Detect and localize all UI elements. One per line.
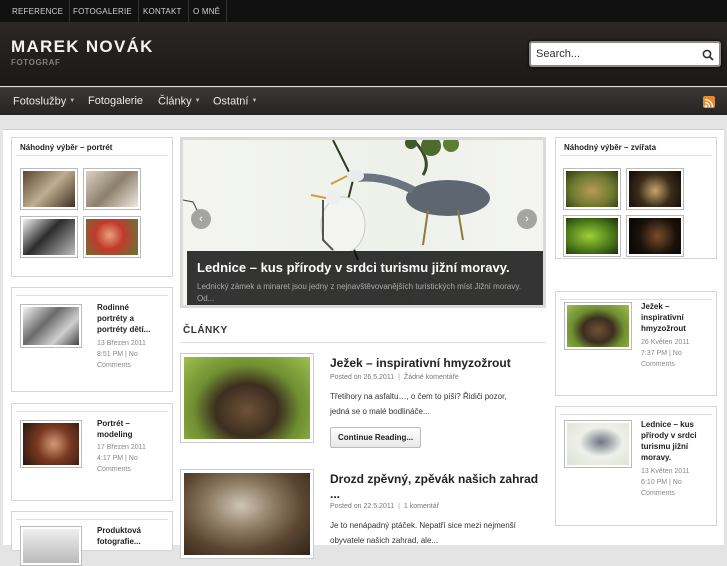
continue-reading-button[interactable]: Continue Reading...: [330, 427, 422, 448]
widget-divider: [560, 411, 712, 415]
portrait-thumb[interactable]: [20, 216, 78, 258]
post-thumb[interactable]: [564, 302, 632, 350]
search-placeholder: Search...: [536, 48, 581, 60]
post-meta: 17 Březen 2011 4:17 PM | No Comments: [97, 444, 146, 473]
post-title[interactable]: Produktová fotografie...: [97, 525, 141, 547]
post-title[interactable]: Lednice – kus přírody v srdci turismu jižn…: [641, 419, 697, 463]
article-comments-link[interactable]: Žádné komentáře: [404, 374, 459, 381]
article-excerpt: Je to nenápadný ptáček. Nepatří sice mez…: [330, 521, 516, 545]
portrait-thumb[interactable]: [83, 168, 141, 210]
animal-thumb[interactable]: [626, 168, 684, 210]
article-title[interactable]: Ježek – inspirativní hmyzožrout: [330, 356, 511, 371]
article-comments-link[interactable]: 1 komentář: [404, 503, 439, 510]
portrait-thumb[interactable]: [83, 216, 141, 258]
featured-slider[interactable]: ‹ › Lednice – kus přírody v srdci turism…: [180, 136, 546, 308]
top-link-reference[interactable]: Reference: [6, 0, 71, 23]
post-meta: 13 Březen 2011 8:51 PM | No Comments: [97, 340, 146, 369]
post-meta: 13 Květen 2011 6:10 PM | No Comments: [641, 468, 690, 497]
slider-title[interactable]: Lednice – kus přírody v srdci turismu ji…: [197, 260, 510, 275]
nav-item-fotosluzby[interactable]: Fotoslužby ▼: [13, 88, 75, 116]
recent-post-widget: Portrét – modeling 17 Březen 2011 4:17 PM …: [11, 403, 173, 501]
nav-label: Články: [158, 95, 192, 108]
recent-post-widget: Ježek – inspirativní hmyzožrout 26 Květen …: [555, 291, 717, 396]
random-portrait-widget: Náhodný výběr – portrét: [11, 137, 173, 277]
widget-divider: [16, 516, 168, 520]
article-image[interactable]: [180, 353, 314, 443]
top-bar: Reference Fotogalerie Kontakt O mně: [0, 0, 727, 23]
nav-label: Ostatní: [213, 95, 249, 108]
post-title[interactable]: Rodinné portréty a portréty dětí...: [97, 302, 150, 335]
widget-title: Náhodný výběr – zvířata: [560, 142, 712, 156]
article-date: Posted on 26.5.2011: [330, 374, 395, 381]
nav-item-clanky[interactable]: Články ▼: [158, 88, 201, 116]
top-link-kontakt[interactable]: Kontakt: [137, 0, 189, 23]
post-thumb[interactable]: [20, 420, 82, 468]
post-thumb[interactable]: [20, 526, 82, 566]
post-title[interactable]: Ježek – inspirativní hmyzožrout: [641, 301, 686, 334]
article-excerpt: Třetihory na asfaltu…, o čem to píši? Ři…: [330, 392, 507, 416]
animal-thumb[interactable]: [563, 168, 621, 210]
widget-divider: [16, 408, 168, 412]
main-nav: Fotoslužby ▼ Fotogalerie Články ▼ Ostatní ▼: [0, 87, 727, 115]
widget-divider: [560, 296, 712, 300]
site-header: MAREK NOVÁK FOTOGRAF Search...: [0, 23, 727, 86]
post-thumb[interactable]: [20, 304, 82, 348]
widget-divider: [16, 292, 168, 296]
slider-excerpt: Lednický zámek a minaret jsou jedny z ne…: [197, 282, 521, 303]
slider-prev-arrow-icon[interactable]: ‹: [191, 209, 211, 229]
chevron-down-icon: ▼: [251, 98, 258, 104]
recent-post-widget: Produktová fotografie...: [11, 511, 173, 566]
recent-post-widget: Rodinné portréty a portréty dětí... 13 Bře…: [11, 287, 173, 392]
article-image[interactable]: [180, 469, 314, 559]
article-date: Posted on 22.5.2011: [330, 503, 395, 510]
nav-label: Fotoslužby: [13, 95, 67, 108]
random-animals-widget: Náhodný výběr – zvířata: [555, 137, 717, 259]
post-thumb[interactable]: [564, 420, 632, 468]
chevron-down-icon: ▼: [69, 98, 76, 104]
site-tagline: FOTOGRAF: [11, 58, 61, 67]
search-icon[interactable]: [702, 48, 714, 66]
portrait-thumb[interactable]: [20, 168, 78, 210]
search-input[interactable]: Search...: [529, 41, 721, 67]
article-meta: Posted on 22.5.2011 | 1 komentář: [330, 503, 439, 510]
top-link-fotogalerie[interactable]: Fotogalerie: [67, 0, 139, 23]
site-title[interactable]: MAREK NOVÁK: [11, 37, 154, 57]
article-title[interactable]: Drozd zpěvný, zpěvák našich zahrad...: [330, 472, 538, 502]
slider-caption: Lednice – kus přírody v srdci turismu ji…: [187, 251, 543, 305]
nav-label: Fotogalerie: [88, 95, 144, 107]
animal-thumb[interactable]: [563, 215, 621, 257]
chevron-down-icon: ▼: [194, 98, 201, 104]
post-title[interactable]: Portrét – modeling: [97, 418, 133, 440]
top-link-o-mne[interactable]: O mně: [187, 0, 228, 23]
slider-next-arrow-icon[interactable]: ›: [517, 209, 537, 229]
animal-thumb[interactable]: [626, 215, 684, 257]
section-title: ČLÁNKY: [183, 325, 228, 336]
recent-post-widget: Lednice – kus přírody v srdci turismu jižn…: [555, 406, 717, 526]
widget-title: Náhodný výběr – portrét: [16, 142, 168, 156]
nav-item-fotogalerie[interactable]: Fotogalerie: [88, 88, 143, 116]
post-meta: 26 Květen 2011 7:37 PM | No Comments: [641, 339, 690, 368]
article-meta: Posted on 26.5.2011 | Žádné komentáře: [330, 374, 459, 381]
nav-item-ostatni[interactable]: Ostatní ▼: [213, 88, 257, 116]
section-divider: [180, 342, 546, 343]
rss-icon[interactable]: [703, 96, 715, 108]
